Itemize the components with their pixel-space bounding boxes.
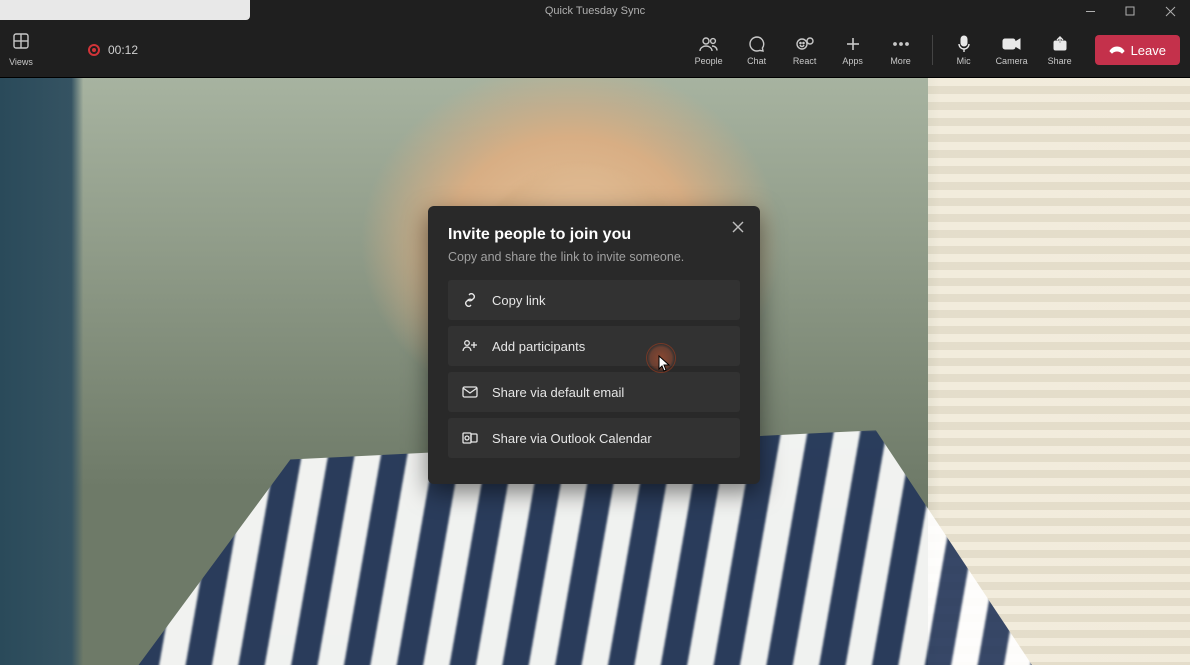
video-stage: Invite people to join you Copy and share… [0,78,1190,665]
more-icon [892,34,910,54]
close-window-button[interactable] [1150,0,1190,22]
add-participants-option[interactable]: Add participants [448,326,740,366]
add-participants-label: Add participants [492,339,585,354]
meeting-toolbar: Views 00:12 People Chat [0,22,1190,78]
more-label: More [890,56,911,66]
invite-modal: Invite people to join you Copy and share… [428,206,760,484]
react-label: React [793,56,817,66]
mail-icon [462,386,478,398]
share-outlook-label: Share via Outlook Calendar [492,431,652,446]
window-title: Quick Tuesday Sync [545,5,645,17]
hangup-icon [1109,43,1125,58]
more-button[interactable]: More [878,34,924,66]
minimize-button[interactable] [1070,0,1110,22]
leave-button[interactable]: Leave [1095,35,1180,65]
views-button[interactable]: Views [4,32,38,67]
share-icon [1052,34,1068,54]
window-controls [1070,0,1190,22]
share-email-label: Share via default email [492,385,624,400]
share-button[interactable]: Share [1037,34,1083,66]
mic-icon [957,34,971,54]
share-label: Share [1048,56,1072,66]
react-icon [795,34,815,54]
chat-icon [748,34,766,54]
share-email-option[interactable]: Share via default email [448,372,740,412]
camera-label: Camera [996,56,1028,66]
leave-label: Leave [1131,43,1166,58]
plus-icon [845,34,861,54]
people-button[interactable]: People [686,34,732,66]
apps-label: Apps [842,56,863,66]
record-icon [88,44,100,56]
apps-button[interactable]: Apps [830,34,876,66]
mic-button[interactable]: Mic [941,34,987,66]
outlook-icon [462,431,478,445]
views-label: Views [9,57,33,67]
modal-subtitle: Copy and share the link to invite someon… [448,250,740,264]
close-modal-button[interactable] [726,216,750,240]
react-button[interactable]: React [782,34,828,66]
mic-label: Mic [957,56,971,66]
meeting-timer: 00:12 [108,43,138,57]
chat-button[interactable]: Chat [734,34,780,66]
chat-label: Chat [747,56,766,66]
add-people-icon [462,339,478,353]
share-outlook-option[interactable]: Share via Outlook Calendar [448,418,740,458]
people-label: People [695,56,723,66]
toolbar-separator [932,35,933,65]
close-icon [732,220,744,236]
title-bar: Quick Tuesday Sync [0,0,1190,22]
people-icon [699,34,719,54]
copy-link-label: Copy link [492,293,545,308]
maximize-button[interactable] [1110,0,1150,22]
recording-indicator: 00:12 [88,43,138,57]
tab-ghost [0,0,250,20]
grid-icon [12,32,30,55]
modal-title: Invite people to join you [448,226,740,244]
camera-icon [1002,34,1022,54]
camera-button[interactable]: Camera [989,34,1035,66]
copy-link-option[interactable]: Copy link [448,280,740,320]
link-icon [462,293,478,307]
